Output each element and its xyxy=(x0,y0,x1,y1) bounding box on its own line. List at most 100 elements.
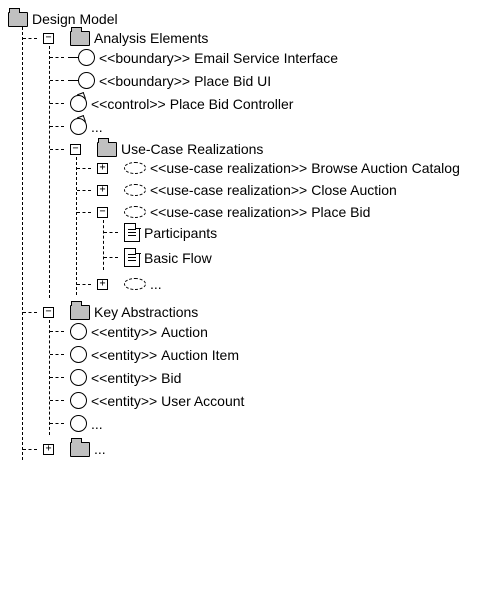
entity-class-node: <<entity>> Bid xyxy=(62,366,492,389)
stereotype-label: <<entity>> xyxy=(91,393,157,409)
connector-line xyxy=(77,212,91,213)
use-case-oval-icon xyxy=(124,184,146,196)
control-class-node: <<control>> Place Bid Controller xyxy=(62,92,492,115)
key-abstractions-label: Key Abstractions xyxy=(94,304,198,320)
more-node: ... xyxy=(62,115,492,138)
folder-icon xyxy=(97,142,117,157)
toggle-expand[interactable]: + xyxy=(97,185,108,196)
ellipsis-label: ... xyxy=(91,119,103,135)
class-name-label: Email Service Interface xyxy=(194,50,338,66)
class-name-label: Bid xyxy=(161,370,181,386)
stereotype-label: <<use-case realization>> xyxy=(150,182,307,198)
stereotype-label: <<boundary>> xyxy=(99,73,190,89)
connector-line xyxy=(50,57,64,58)
connector-line xyxy=(50,331,64,332)
connector-line xyxy=(104,232,118,233)
class-name-label: User Account xyxy=(161,393,244,409)
ellipsis-label: ... xyxy=(94,441,106,457)
entity-class-node: <<entity>> Auction Item xyxy=(62,343,492,366)
toggle-collapse[interactable]: − xyxy=(97,207,108,218)
toggle-expand[interactable]: + xyxy=(43,444,54,455)
folder-icon xyxy=(8,12,28,27)
ellipsis-label: ... xyxy=(91,416,103,432)
connector-line xyxy=(50,149,64,150)
toggle-collapse[interactable]: − xyxy=(43,307,54,318)
toggle-expand[interactable]: + xyxy=(97,279,108,290)
stereotype-label: <<entity>> xyxy=(91,347,157,363)
stereotype-label: <<use-case realization>> xyxy=(150,204,307,220)
class-name-label: Auction Item xyxy=(161,347,239,363)
connector-line xyxy=(50,400,64,401)
class-circle-icon xyxy=(70,369,87,386)
more-node: ... xyxy=(62,412,492,435)
folder-icon xyxy=(70,305,90,320)
control-circle-icon xyxy=(70,95,87,112)
ellipsis-label: ... xyxy=(150,276,162,292)
stereotype-label: <<control>> xyxy=(91,96,166,112)
use-case-realizations-node: − Use-Case Realizations + xyxy=(62,138,492,298)
diagram-label: Participants xyxy=(144,225,217,241)
control-circle-icon xyxy=(70,118,87,135)
more-node: + ... xyxy=(89,273,492,295)
entity-class-node: <<entity>> Auction xyxy=(62,320,492,343)
key-abstractions-node: − Key Abstractions <<entity>> Auction xyxy=(35,301,492,438)
class-circle-icon xyxy=(70,415,87,432)
stereotype-label: <<boundary>> xyxy=(99,50,190,66)
connector-line xyxy=(50,126,64,127)
connector-line xyxy=(50,377,64,378)
class-circle-icon xyxy=(78,49,95,66)
toggle-collapse[interactable]: − xyxy=(43,33,54,44)
connector-line xyxy=(77,190,91,191)
connector-line xyxy=(50,103,64,104)
analysis-elements-node: − Analysis Elements <<boundary>> Email S… xyxy=(35,27,492,301)
diagram-icon xyxy=(124,223,140,242)
connector-line xyxy=(23,449,37,450)
ucr-name-label: Browse Auction Catalog xyxy=(311,160,460,176)
class-circle-icon xyxy=(70,323,87,340)
model-tree: Design Model − Analysis Elements xyxy=(8,8,492,463)
folder-icon xyxy=(70,442,90,457)
root-label: Design Model xyxy=(32,11,118,27)
stereotype-label: <<use-case realization>> xyxy=(150,160,307,176)
class-name-label: Auction xyxy=(161,324,208,340)
boundary-class-node: <<boundary>> Place Bid UI xyxy=(62,69,492,92)
ucr-name-label: Close Auction xyxy=(311,182,397,198)
connector-line xyxy=(50,80,64,81)
class-name-label: Place Bid UI xyxy=(194,73,271,89)
entity-class-node: <<entity>> User Account xyxy=(62,389,492,412)
connector-line xyxy=(23,312,37,313)
connector-line xyxy=(77,284,91,285)
class-circle-icon xyxy=(78,72,95,89)
folder-icon xyxy=(70,31,90,46)
stereotype-label: <<entity>> xyxy=(91,324,157,340)
ucr-name-label: Place Bid xyxy=(311,204,370,220)
more-folder-node: + ... xyxy=(35,438,492,460)
connector-line xyxy=(23,38,37,39)
interface-lollipop-icon xyxy=(68,57,78,58)
connector-line xyxy=(104,257,118,258)
connector-line xyxy=(50,354,64,355)
use-case-oval-icon xyxy=(124,162,146,174)
interface-lollipop-icon xyxy=(68,80,78,81)
analysis-elements-label: Analysis Elements xyxy=(94,30,208,46)
class-circle-icon xyxy=(70,346,87,363)
ucr-item-node: − <<use-case realization>> Place Bid xyxy=(89,201,492,273)
stereotype-label: <<entity>> xyxy=(91,370,157,386)
diagram-node: Basic Flow xyxy=(116,245,492,270)
root-node: Design Model − Analysis Elements xyxy=(8,8,492,463)
toggle-collapse[interactable]: − xyxy=(70,144,81,155)
diagram-node: Participants xyxy=(116,220,492,245)
class-circle-icon xyxy=(70,392,87,409)
toggle-expand[interactable]: + xyxy=(97,163,108,174)
class-name-label: Place Bid Controller xyxy=(170,96,294,112)
connector-line xyxy=(77,168,91,169)
ucr-item-node: + <<use-case realization>> Browse Auctio… xyxy=(89,157,492,179)
diagram-icon xyxy=(124,248,140,267)
ucr-item-node: + <<use-case realization>> Close Auction xyxy=(89,179,492,201)
use-case-oval-icon xyxy=(124,206,146,218)
diagram-label: Basic Flow xyxy=(144,250,212,266)
boundary-class-node: <<boundary>> Email Service Interface xyxy=(62,46,492,69)
connector-line xyxy=(50,423,64,424)
use-case-oval-icon xyxy=(124,278,146,290)
ucr-label: Use-Case Realizations xyxy=(121,141,263,157)
